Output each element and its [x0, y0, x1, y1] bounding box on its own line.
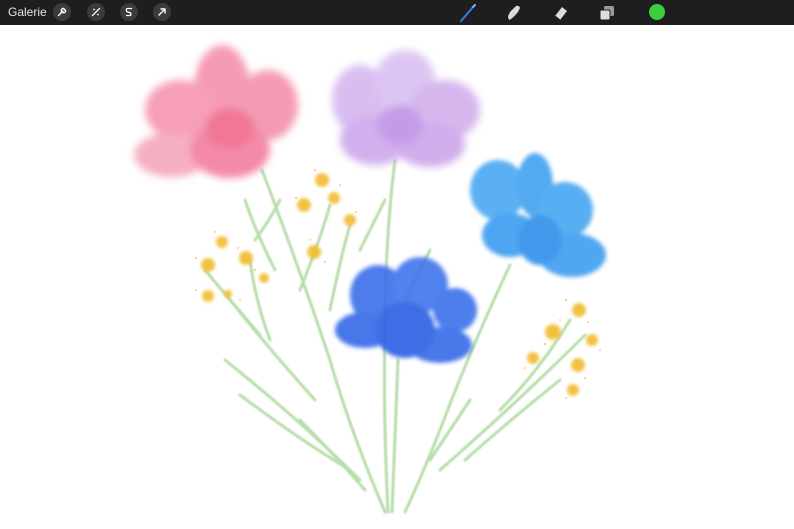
pink-flower — [134, 45, 298, 178]
layers-icon[interactable] — [597, 3, 617, 23]
transform-icon[interactable] — [153, 3, 171, 21]
brush-icon[interactable] — [458, 3, 478, 23]
gallery-button[interactable]: Galerie — [8, 5, 47, 19]
eraser-icon[interactable] — [551, 3, 571, 23]
royal-blue-flower — [335, 257, 477, 363]
selection-icon[interactable] — [120, 3, 138, 21]
lavender-flower — [332, 50, 480, 167]
sky-blue-flower — [470, 153, 606, 277]
toolbar: Galerie — [0, 0, 794, 25]
wrench-icon[interactable] — [53, 3, 71, 21]
adjustments-icon[interactable] — [87, 3, 105, 21]
flower-artwork — [134, 45, 606, 514]
current-color-swatch[interactable] — [649, 4, 665, 20]
drawing-canvas[interactable] — [0, 25, 794, 529]
smudge-icon[interactable] — [504, 3, 524, 23]
